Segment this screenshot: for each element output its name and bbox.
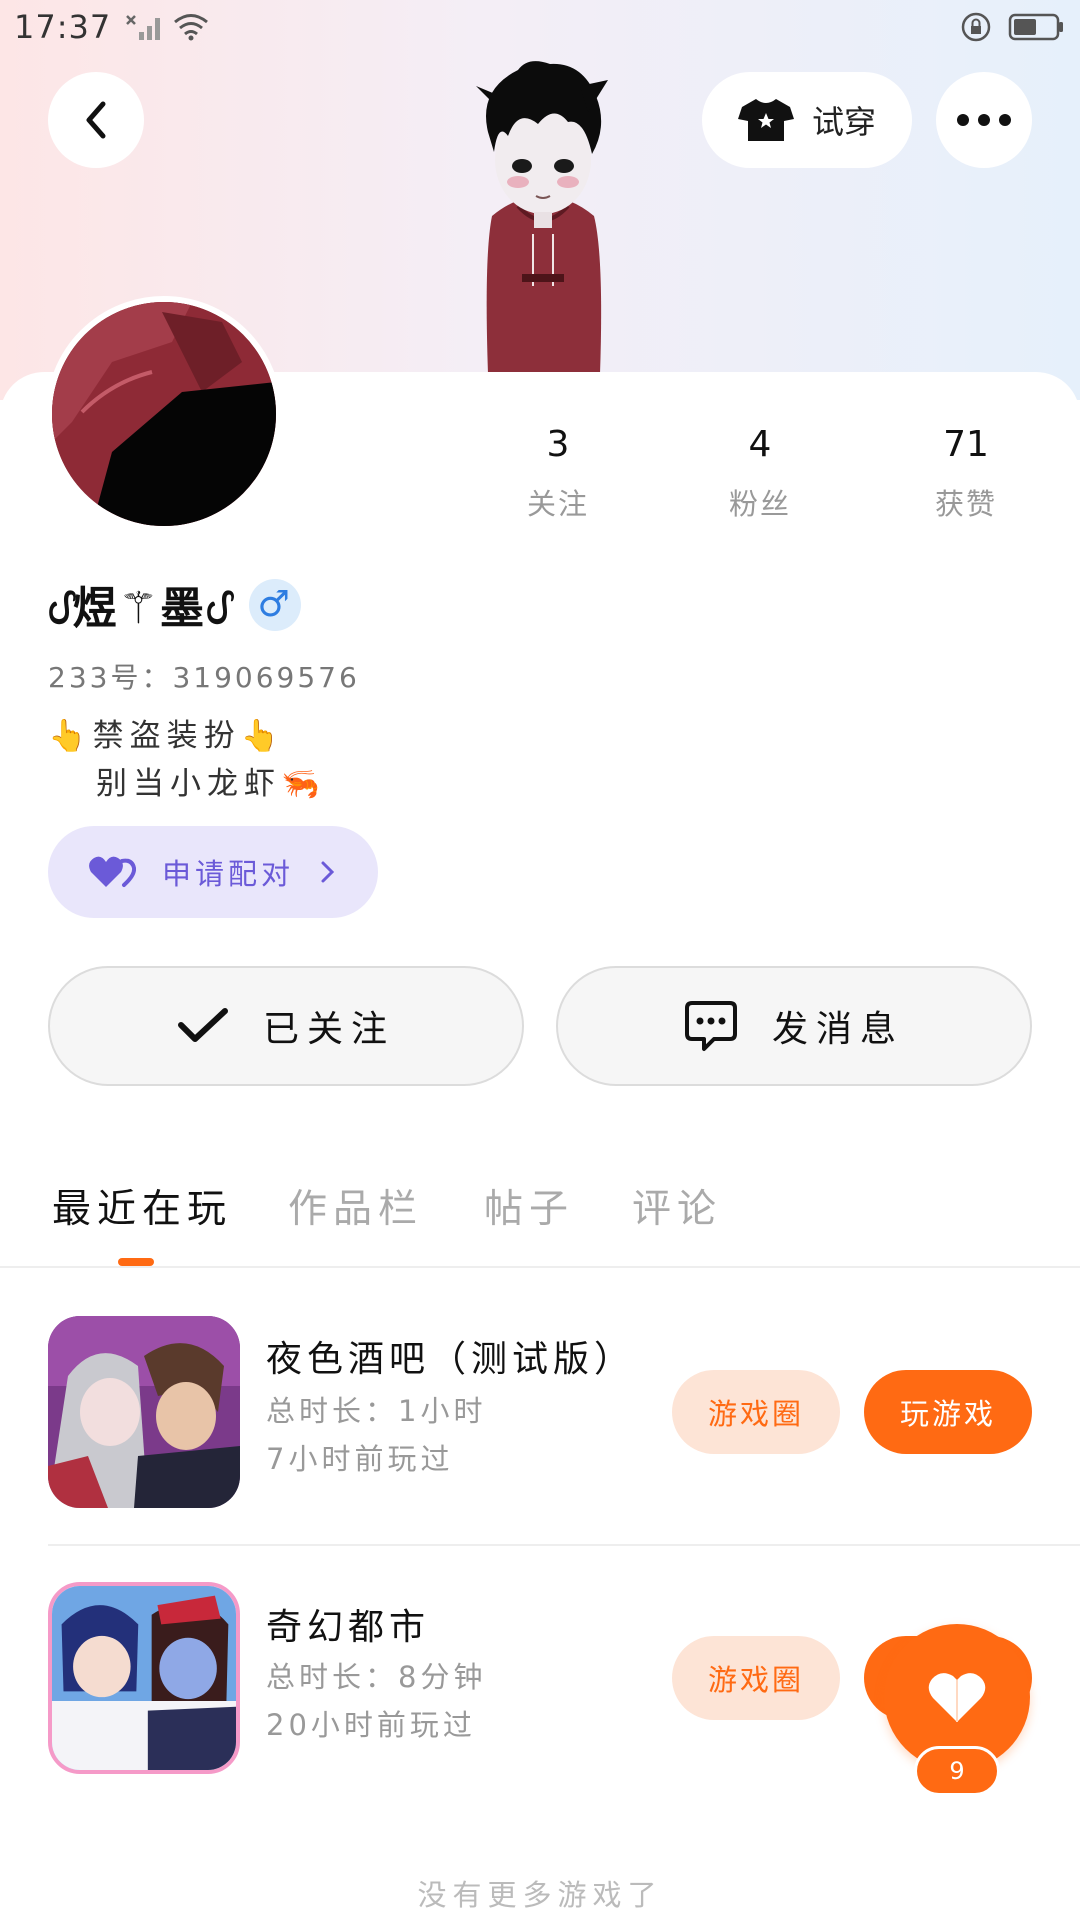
message-button[interactable]: 发消息 [556,966,1032,1086]
game-last-played: 7小时前玩过 [266,1442,454,1476]
network-status [125,12,209,42]
game-title: 夜色酒吧（测试版） [266,1339,636,1380]
stat-fans-label: 粉丝 [728,487,791,521]
tryon-button[interactable]: 试穿 [702,72,912,168]
heart-icon [928,1673,986,1722]
profile-tabs: 最近在玩 作品栏 帖子 评论 [0,1170,1080,1268]
checkmark-icon [177,1008,228,1042]
tryon-label: 试穿 [811,103,876,141]
avatar-image [52,302,276,526]
nickname-row: ᦔ煜⚚墨ᦔ ♂ [48,572,301,637]
stat-following-value: 3 [546,424,570,465]
rotation-lock-icon [961,12,991,42]
stat-likes-label: 获赞 [934,487,997,521]
more-options-button[interactable] [936,72,1032,168]
status-time: 17:37 [14,8,112,46]
tshirt-icon [737,99,794,141]
bio-line-1: 禁盗装扮 [92,718,241,754]
back-button[interactable] [48,72,144,168]
game-last-played: 20小时前玩过 [266,1708,476,1742]
tab-works[interactable]: 作品栏 [288,1178,423,1234]
pair-request-label: 申请配对 [162,857,295,891]
game-icon[interactable] [48,1582,240,1774]
game-icon-image [48,1316,240,1508]
game-row[interactable]: 夜色酒吧（测试版） 总时长：1小时 7小时前玩过 游戏圈 玩游戏 [48,1316,1032,1516]
game-icon[interactable] [48,1316,240,1508]
bio-line-2: 别当小龙虾 [96,766,281,802]
status-bar: 17:37 [0,0,1080,54]
game-icon-image [52,1586,236,1770]
game-circle-button[interactable]: 游戏圈 [672,1370,840,1454]
game-circle-button[interactable]: 游戏圈 [672,1636,840,1720]
follow-button[interactable]: 已关注 [48,966,524,1086]
more-icon [957,114,1011,126]
tab-posts[interactable]: 帖子 [484,1178,574,1234]
bio: 👆禁盗装扮👆 别当小龙虾🦐 [48,712,326,808]
shrimp-icon: 🦐 [281,766,326,802]
stat-following-label: 关注 [526,487,589,521]
follow-label: 已关注 [262,1009,395,1050]
chevron-left-icon [86,101,106,139]
tab-comments[interactable]: 评论 [632,1178,722,1234]
pair-request-button[interactable]: 申请配对 [48,826,378,918]
chat-bubble-icon [684,1001,737,1051]
chevron-right-icon [321,861,335,883]
no-signal-icon [126,15,161,40]
pointing-hand-icon: 👆 [48,718,93,754]
stat-fans[interactable]: 4 粉丝 [680,424,840,523]
stat-likes[interactable]: 71 获赞 [886,424,1046,523]
battery-icon [1008,13,1063,41]
wifi-icon [174,14,209,41]
game-duration: 总时长：1小时 [266,1394,487,1428]
play-game-button[interactable]: 玩游戏 [864,1370,1032,1454]
message-label: 发消息 [771,1009,904,1050]
nickname: ᦔ煜⚚墨ᦔ [48,583,231,634]
like-count-badge: 9 [914,1746,1000,1796]
stat-likes-value: 71 [943,424,989,465]
game-title: 奇幻都市 [266,1607,431,1648]
game-duration: 总时长：8分钟 [266,1660,487,1694]
active-tab-indicator [118,1258,154,1266]
avatar-character-figure [476,61,608,374]
pointing-hand-icon: 👆 [240,718,286,754]
stat-following[interactable]: 3 关注 [478,424,638,523]
user-id[interactable]: 233号：319069576 [48,656,360,696]
male-icon: ♂ [248,578,301,631]
heart-pair-icon [89,856,136,887]
row-divider [48,1544,1080,1546]
avatar[interactable] [46,296,282,532]
tab-recent-games[interactable]: 最近在玩 [52,1178,232,1234]
stat-fans-value: 4 [748,424,772,465]
no-more-games-note: 没有更多游戏了 [417,1878,663,1912]
